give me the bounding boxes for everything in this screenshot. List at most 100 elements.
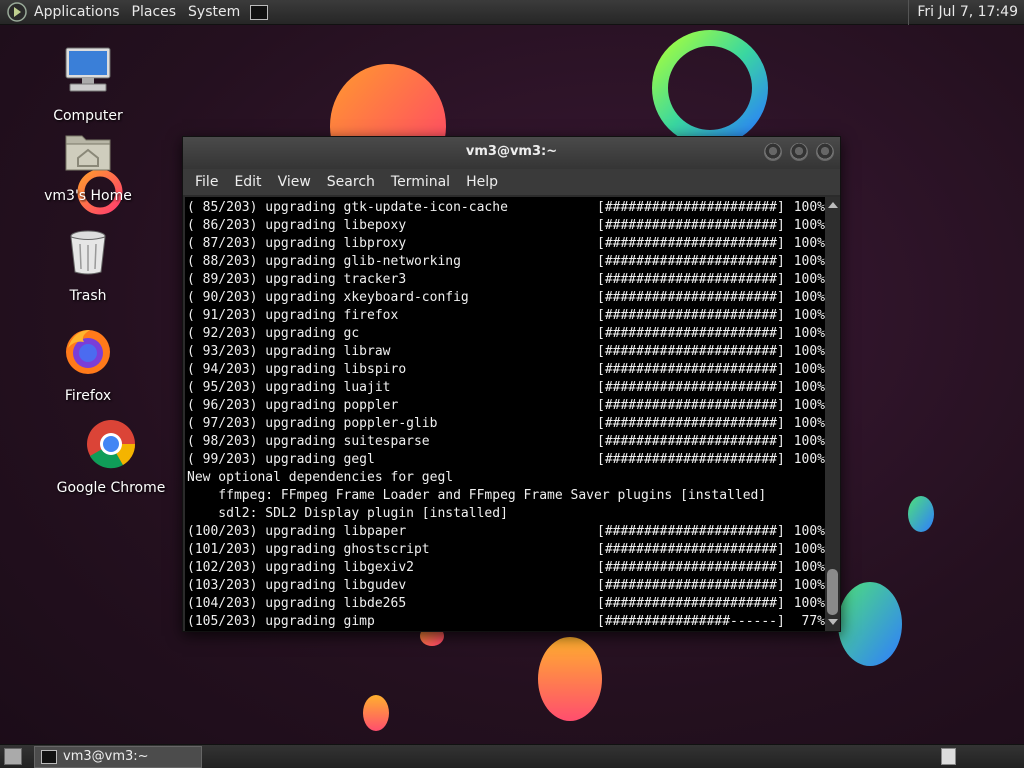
scrollbar-thumb[interactable] — [827, 569, 838, 615]
desktop-icon-label: Firefox — [64, 388, 112, 404]
progress-bar-text: [######################] — [597, 452, 785, 467]
terminal-line-text: ( 95/203) upgrading luajit — [187, 380, 391, 395]
terminal-line: ( 89/203) upgrading tracker3 [###########… — [187, 271, 825, 289]
terminal-line: ( 92/203) upgrading gc [#################… — [187, 325, 825, 343]
progress-percent: 100% — [793, 578, 825, 593]
progress-bar-text: [######################] — [597, 398, 785, 413]
terminal-line: ( 90/203) upgrading xkeyboard-config [###… — [187, 289, 825, 307]
progress-bar-text: [######################] — [597, 272, 785, 287]
menu-search[interactable]: Search — [319, 174, 383, 190]
progress-percent: 100% — [793, 542, 825, 557]
menu-terminal[interactable]: Terminal — [383, 174, 458, 190]
progress-bar-text: [################------] — [597, 614, 785, 629]
progress-percent: 100% — [793, 434, 825, 449]
close-button[interactable] — [816, 143, 834, 161]
applications-menu[interactable]: Applications — [28, 0, 126, 25]
firefox-icon — [66, 330, 110, 374]
distro-logo-icon[interactable] — [6, 1, 28, 23]
maximize-button[interactable] — [790, 143, 808, 161]
progress-percent: 100% — [793, 272, 825, 287]
computer-icon — [65, 47, 111, 92]
taskbar-window-button[interactable]: vm3@vm3:~ — [34, 746, 202, 768]
progress-percent: 100% — [793, 596, 825, 611]
terminal-line-text: ( 93/203) upgrading libraw — [187, 344, 391, 359]
desktop-icon-computer[interactable]: Computer — [33, 44, 143, 124]
progress-percent: 100% — [793, 362, 825, 377]
progress-bar-text: [######################] — [597, 578, 785, 593]
progress-percent: 77% — [801, 614, 825, 629]
clock[interactable]: Fri Jul 7, 17:49 — [908, 0, 1018, 25]
terminal-line: (103/203) upgrading libgudev [###########… — [187, 577, 825, 595]
progress-bar-text: [######################] — [597, 380, 785, 395]
desktop-icon-trash[interactable]: Trash — [33, 224, 143, 304]
terminal-line: (105/203) upgrading gimp [###############… — [187, 613, 825, 631]
terminal-line-text: sdl2: SDL2 Display plugin [installed] — [187, 506, 508, 521]
trash-icon — [70, 230, 106, 275]
progress-bar-text: [######################] — [597, 596, 785, 611]
progress-percent: 100% — [793, 254, 825, 269]
chrome-icon — [87, 420, 136, 469]
home-folder-icon — [65, 135, 111, 171]
progress-bar-text: [######################] — [597, 524, 785, 539]
scroll-down-arrow-icon[interactable] — [828, 619, 838, 625]
terminal-line: sdl2: SDL2 Display plugin [installed] — [187, 505, 825, 523]
progress-bar-text: [######################] — [597, 236, 785, 251]
terminal-line-text: ( 97/203) upgrading poppler-glib — [187, 416, 438, 431]
workspace-switcher[interactable] — [941, 748, 956, 765]
system-menu[interactable]: System — [182, 0, 246, 25]
terminal-line-text: ffmpeg: FFmpeg Frame Loader and FFmpeg F… — [187, 488, 767, 503]
desktop-icon-label: Google Chrome — [56, 480, 166, 496]
terminal-line-text: ( 86/203) upgrading libepoxy — [187, 218, 407, 233]
show-desktop-icon[interactable] — [4, 748, 22, 765]
terminal-line-text: (103/203) upgrading libgudev — [187, 578, 407, 593]
terminal-line-text: (100/203) upgrading libpaper — [187, 524, 407, 539]
progress-percent: 100% — [793, 236, 825, 251]
places-menu[interactable]: Places — [126, 0, 183, 25]
window-titlebar[interactable]: vm3@vm3:~ — [183, 137, 840, 169]
terminal-line: ( 87/203) upgrading libproxy [###########… — [187, 235, 825, 253]
terminal-line: ( 96/203) upgrading poppler [############… — [187, 397, 825, 415]
desktop-icon-firefox[interactable]: Firefox — [33, 324, 143, 404]
progress-bar-text: [######################] — [597, 434, 785, 449]
terminal-line: (100/203) upgrading libpaper [###########… — [187, 523, 825, 541]
terminal-output[interactable]: ( 85/203) upgrading gtk-update-icon-cach… — [185, 197, 825, 631]
terminal-line-text: ( 98/203) upgrading suitesparse — [187, 434, 430, 449]
terminal-line: ( 97/203) upgrading poppler-glib [#######… — [187, 415, 825, 433]
menu-help[interactable]: Help — [458, 174, 506, 190]
desktop-icon-chrome[interactable]: Google Chrome — [56, 416, 166, 496]
terminal-line: New optional dependencies for gegl — [187, 469, 825, 487]
minimize-button[interactable] — [764, 143, 782, 161]
terminal-line-text: ( 88/203) upgrading glib-networking — [187, 254, 461, 269]
progress-percent: 100% — [793, 380, 825, 395]
terminal-icon — [41, 750, 57, 764]
top-panel: Applications Places System Fri Jul 7, 17… — [0, 0, 1024, 25]
terminal-line: ( 86/203) upgrading libepoxy [###########… — [187, 217, 825, 235]
terminal-launcher-icon[interactable] — [250, 4, 269, 20]
scroll-up-arrow-icon[interactable] — [828, 202, 838, 208]
desktop-icon-label: vm3's Home — [44, 188, 132, 204]
menu-edit[interactable]: Edit — [226, 174, 269, 190]
terminal-line-text: ( 94/203) upgrading libspiro — [187, 362, 407, 377]
terminal-line: ( 95/203) upgrading luajit [#############… — [187, 379, 825, 397]
terminal-line-text: (102/203) upgrading libgexiv2 — [187, 560, 414, 575]
menu-file[interactable]: File — [187, 174, 226, 190]
terminal-window[interactable]: vm3@vm3:~ File Edit View Search Terminal… — [182, 136, 841, 632]
progress-bar-text: [######################] — [597, 254, 785, 269]
progress-bar-text: [######################] — [597, 326, 785, 341]
terminal-line-text: (105/203) upgrading gimp — [187, 614, 375, 629]
progress-percent: 100% — [793, 416, 825, 431]
terminal-scrollbar[interactable] — [825, 197, 840, 631]
terminal-line-text: ( 90/203) upgrading xkeyboard-config — [187, 290, 469, 305]
terminal-line-text: ( 87/203) upgrading libproxy — [187, 236, 407, 251]
terminal-line: (102/203) upgrading libgexiv2 [##########… — [187, 559, 825, 577]
progress-percent: 100% — [793, 344, 825, 359]
terminal-line-text: ( 92/203) upgrading gc — [187, 326, 360, 341]
progress-bar-text: [######################] — [597, 218, 785, 233]
terminal-line-text: ( 99/203) upgrading gegl — [187, 452, 375, 467]
terminal-lines: ( 85/203) upgrading gtk-update-icon-cach… — [185, 197, 825, 631]
menu-view[interactable]: View — [270, 174, 319, 190]
desktop-icon-home[interactable]: vm3's Home — [33, 124, 143, 204]
progress-percent: 100% — [793, 308, 825, 323]
progress-percent: 100% — [793, 398, 825, 413]
progress-percent: 100% — [793, 452, 825, 467]
